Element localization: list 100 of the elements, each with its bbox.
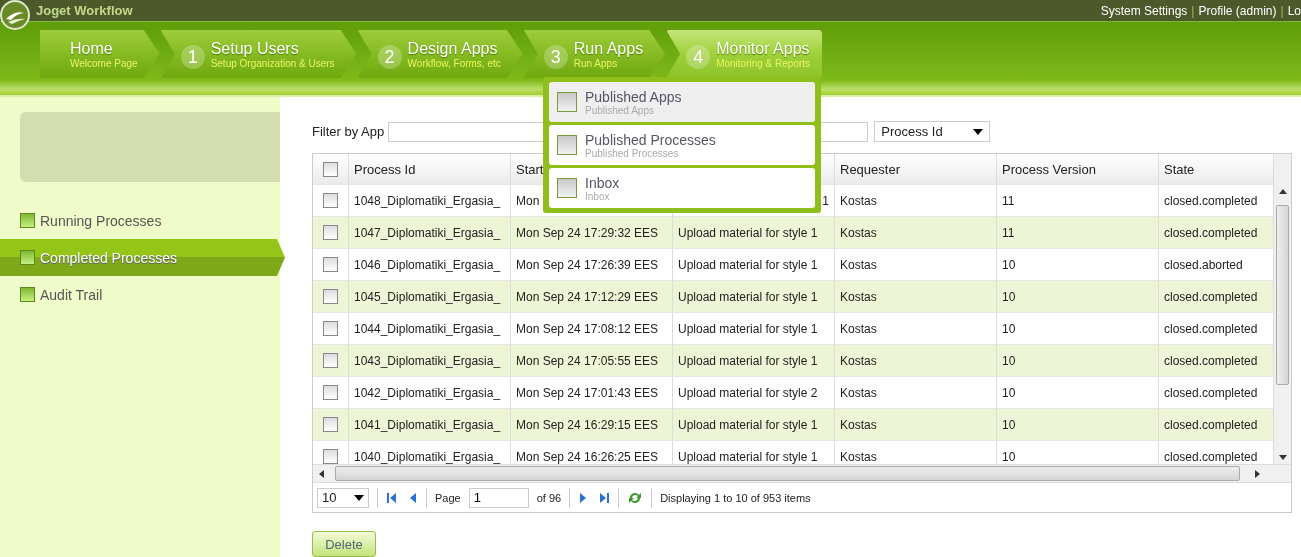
- table-cell: Mon Sep 24 17:05:55 EES: [511, 345, 673, 376]
- last-page-icon[interactable]: [598, 491, 611, 504]
- tab-title: Run Apps: [573, 39, 644, 58]
- table-cell: Mon Sep 24 16:29:15 EES: [511, 409, 673, 440]
- page-size-select[interactable]: 10: [317, 487, 369, 508]
- column-header[interactable]: Requester: [835, 154, 997, 184]
- top-link[interactable]: System Settings: [1100, 0, 1188, 22]
- square-icon: [557, 178, 577, 198]
- tab-title: Home: [70, 39, 114, 58]
- square-icon: [20, 287, 35, 302]
- top-link[interactable]: Lo: [1287, 0, 1301, 22]
- table-cell: Kostas: [835, 377, 997, 408]
- menu-item-title: Published Processes: [585, 131, 716, 148]
- display-status: Displaying 1 to 10 of 953 items: [660, 491, 811, 504]
- table-cell: 10: [997, 281, 1159, 312]
- table-cell: Mon Sep 24 17:26:39 EES: [511, 249, 673, 280]
- table-cell: Upload material for style 1: [673, 345, 835, 376]
- menu-item-subtitle: Inbox: [585, 190, 611, 202]
- sidebar-item[interactable]: Audit Trail: [0, 276, 260, 313]
- square-icon: [557, 135, 577, 155]
- step-number: 4: [686, 45, 711, 69]
- logo-icon: [0, 0, 30, 30]
- table-cell: Kostas: [835, 281, 997, 312]
- horizontal-scrollbar[interactable]: [313, 464, 1291, 482]
- tab-subtitle: Setup Organization & Users: [210, 58, 335, 69]
- tab-subtitle: Monitoring & Reports: [716, 58, 811, 69]
- tab-subtitle: Run Apps: [573, 58, 619, 69]
- row-checkbox[interactable]: [323, 417, 338, 432]
- square-icon: [20, 213, 35, 228]
- step-number: 2: [377, 45, 402, 69]
- table-cell: 1046_Diplomatiki_Ergasia_: [349, 249, 511, 280]
- row-checkbox[interactable]: [323, 321, 338, 336]
- table-cell: Mon Sep 24 17:29:32 EES: [511, 217, 673, 248]
- row-checkbox[interactable]: [323, 289, 338, 304]
- top-link[interactable]: Profile (admin): [1198, 0, 1277, 22]
- table-cell: Upload material for style 1: [673, 249, 835, 280]
- menu-item[interactable]: Published Processes Published Processes: [549, 125, 815, 165]
- table-cell: Kostas: [835, 409, 997, 440]
- table-cell: Upload material for style 1: [673, 217, 835, 248]
- select-all-checkbox[interactable]: [323, 161, 338, 177]
- row-checkbox[interactable]: [323, 449, 338, 464]
- page-label: Page: [435, 491, 461, 504]
- tab-title: Setup Users: [210, 39, 300, 58]
- separator: |: [1191, 3, 1195, 20]
- table-cell: 10: [997, 409, 1159, 440]
- tab-subtitle: Welcome Page: [70, 58, 138, 69]
- table-cell: 10: [997, 249, 1159, 280]
- menu-item-subtitle: Published Processes: [585, 147, 680, 159]
- column-select[interactable]: Process Id: [874, 121, 991, 142]
- separator: |: [1280, 3, 1284, 20]
- row-checkbox[interactable]: [323, 257, 338, 272]
- step-number: 1: [180, 45, 205, 69]
- row-checkbox[interactable]: [323, 385, 338, 400]
- table-cell: Upload material for style 1: [673, 281, 835, 312]
- table-cell: Kostas: [835, 345, 997, 376]
- table-cell: 1042_Diplomatiki_Ergasia_: [349, 377, 511, 408]
- table-cell: Kostas: [835, 185, 997, 216]
- table-cell: 1044_Diplomatiki_Ergasia_: [349, 313, 511, 344]
- filter-label: Filter by App: [312, 124, 385, 139]
- table-cell: 1048_Diplomatiki_Ergasia_: [349, 185, 511, 216]
- caret-icon: [973, 128, 984, 135]
- table-cell: Upload material for style 2: [673, 377, 835, 408]
- table-cell: 1045_Diplomatiki_Ergasia_: [349, 281, 511, 312]
- vertical-scrollbar[interactable]: [1273, 154, 1291, 464]
- menu-item[interactable]: Inbox Inbox: [549, 168, 815, 208]
- page-field[interactable]: 1: [468, 487, 529, 508]
- table-cell: 10: [997, 345, 1159, 376]
- caret-icon: [354, 494, 364, 501]
- row-checkbox[interactable]: [323, 353, 338, 368]
- first-page-icon[interactable]: [386, 491, 398, 504]
- menu-item-title: Published Apps: [585, 88, 682, 105]
- sidebar-item[interactable]: Running Processes: [0, 202, 260, 239]
- square-icon: [20, 250, 35, 265]
- menu-item[interactable]: Published Apps Published Apps: [549, 82, 815, 122]
- delete-button[interactable]: Delete: [312, 531, 376, 557]
- table-cell: 10: [997, 313, 1159, 344]
- square-icon: [557, 92, 577, 112]
- app-title: Joget Workflow: [36, 2, 133, 20]
- table-cell: Kostas: [835, 249, 997, 280]
- table-cell: Mon Sep 24 17:08:12 EES: [511, 313, 673, 344]
- menu-item-subtitle: Published Apps: [585, 104, 654, 116]
- page-count: of 96: [536, 491, 562, 504]
- tab-subtitle: Workflow, Forms, etc: [407, 58, 501, 69]
- table-cell: Upload material for style 1: [673, 409, 835, 440]
- row-checkbox[interactable]: [323, 225, 338, 240]
- table-cell: Mon Sep 24 17:01:43 EES: [511, 377, 673, 408]
- column-header[interactable]: Process Version: [997, 154, 1159, 184]
- tab-title: Monitor Apps: [716, 39, 811, 58]
- row-checkbox[interactable]: [323, 193, 338, 208]
- table-cell: Kostas: [835, 217, 997, 248]
- table-cell: 11: [997, 217, 1159, 248]
- step-number: 3: [543, 45, 568, 69]
- table-cell: 1047_Diplomatiki_Ergasia_: [349, 217, 511, 248]
- table-cell: Kostas: [835, 313, 997, 344]
- tab-title: Design Apps: [407, 39, 499, 58]
- table-cell: 10: [997, 377, 1159, 408]
- column-header[interactable]: Process Id: [349, 154, 511, 184]
- table-cell: Mon Sep 24 17:12:29 EES: [511, 281, 673, 312]
- table-cell: 1041_Diplomatiki_Ergasia_: [349, 409, 511, 440]
- table-cell: Upload material for style 1: [673, 313, 835, 344]
